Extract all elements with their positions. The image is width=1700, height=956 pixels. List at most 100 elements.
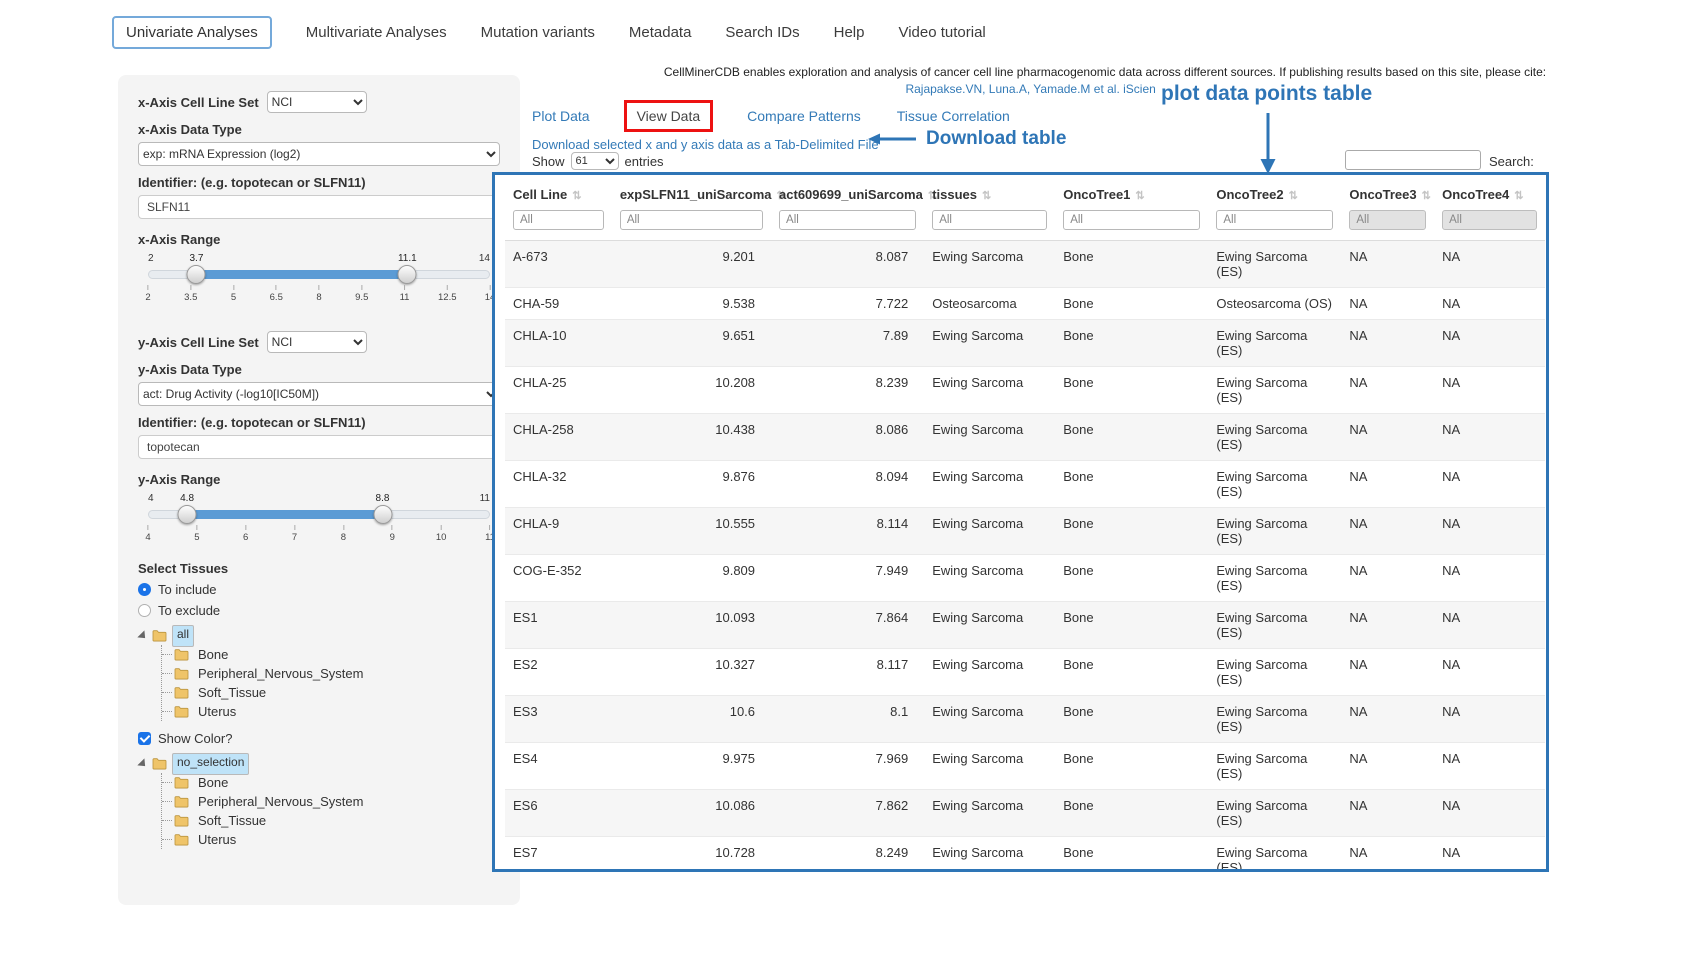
table-row[interactable]: ES49.9757.969Ewing SarcomaBoneEwing Sarc… [505, 743, 1545, 790]
table-row[interactable]: CHLA-25810.4388.086Ewing SarcomaBoneEwin… [505, 414, 1545, 461]
tree-node-no-selection[interactable]: no_selection [140, 754, 500, 773]
column-header-tissues[interactable]: tissues⇅ [924, 177, 1055, 208]
column-header-act609699-unisarcoma[interactable]: act609699_uniSarcoma⇅ [771, 177, 924, 208]
cell-oncotree1: Bone [1055, 367, 1208, 414]
x-axis-range-slider[interactable]: 2143.711.123.556.589.51112.514 [148, 253, 490, 305]
show-color-checkbox[interactable]: Show Color? [138, 731, 500, 746]
slider-to-handle[interactable] [373, 505, 392, 524]
column-header-oncotree3[interactable]: OncoTree3⇅ [1341, 177, 1434, 208]
table-row[interactable]: ES710.7288.249Ewing SarcomaBoneEwing Sar… [505, 837, 1545, 873]
tree-node-label[interactable]: no_selection [172, 753, 249, 775]
tree-node-bone[interactable]: Bone [162, 645, 500, 664]
nav-tab-video-tutorial[interactable]: Video tutorial [898, 24, 985, 41]
table-row[interactable]: ES310.68.1Ewing SarcomaBoneEwing Sarcoma… [505, 696, 1545, 743]
table-row[interactable]: ES210.3278.117Ewing SarcomaBoneEwing Sar… [505, 649, 1545, 696]
slider-from-handle[interactable] [178, 505, 197, 524]
slider-from-handle[interactable] [187, 265, 206, 284]
sort-icon[interactable]: ⇅ [982, 190, 991, 202]
exclude-tissues-tree[interactable]: no_selectionBone Peripheral_Nervous_Syste… [140, 754, 500, 849]
nav-tab-univariate-analyses[interactable]: Univariate Analyses [112, 16, 272, 49]
slider-to-handle[interactable] [398, 265, 417, 284]
tree-node-label[interactable]: Uterus [194, 831, 240, 848]
y-data-type-select[interactable]: act: Drug Activity (-log10[IC50M]) [138, 382, 500, 406]
cell-expslfn11-unisarcoma: 9.809 [612, 555, 771, 602]
y-axis-range-slider[interactable]: 4114.88.84567891011 [148, 493, 490, 545]
tree-node-label[interactable]: Peripheral_Nervous_System [194, 793, 367, 810]
filter-input-oncotree1[interactable] [1063, 210, 1200, 230]
annotation-text: Download table [926, 128, 1066, 150]
search-input[interactable] [1345, 150, 1481, 170]
slider-selected-range[interactable] [196, 270, 407, 279]
tree-node-label[interactable]: Uterus [194, 703, 240, 720]
sort-icon[interactable]: ⇅ [1514, 190, 1523, 202]
tree-node-soft-tissue[interactable]: Soft_Tissue [162, 811, 500, 830]
sort-icon[interactable]: ⇅ [1289, 190, 1298, 202]
table-row[interactable]: CHA-599.5387.722OsteosarcomaBoneOsteosar… [505, 288, 1545, 320]
cell-oncotree1: Bone [1055, 241, 1208, 288]
tab-compare-patterns[interactable]: Compare Patterns [747, 108, 861, 124]
nav-tab-metadata[interactable]: Metadata [629, 24, 692, 41]
tree-toggle-icon[interactable] [137, 630, 148, 641]
y-identifier-input[interactable] [138, 435, 500, 459]
tab-plot-data[interactable]: Plot Data [532, 108, 590, 124]
y-cell-line-set-select[interactable]: NCI [267, 331, 367, 353]
tree-node-peripheral-nervous-system[interactable]: Peripheral_Nervous_System [162, 792, 500, 811]
tree-node-soft-tissue[interactable]: Soft_Tissue [162, 683, 500, 702]
x-data-type-select[interactable]: exp: mRNA Expression (log2) [138, 142, 500, 166]
tree-children: Bone Peripheral_Nervous_System Soft_Tissue… [161, 645, 500, 721]
tab-tissue-correlation[interactable]: Tissue Correlation [897, 108, 1010, 124]
slider-to-value: 8.8 [376, 493, 390, 504]
filter-input-oncotree2[interactable] [1216, 210, 1333, 230]
sort-icon[interactable]: ⇅ [572, 190, 581, 202]
filter-input-oncotree4[interactable] [1442, 210, 1537, 230]
radio-to-include[interactable]: To include [138, 582, 500, 597]
table-row[interactable]: CHLA-109.6517.89Ewing SarcomaBoneEwing S… [505, 320, 1545, 367]
column-header-expslfn11-unisarcoma[interactable]: expSLFN11_uniSarcoma⇅ [612, 177, 771, 208]
filter-input-expslfn11-unisarcoma[interactable] [620, 210, 763, 230]
tree-node-all[interactable]: all [140, 626, 500, 645]
filter-input-cell-line[interactable] [513, 210, 604, 230]
tree-node-label[interactable]: Peripheral_Nervous_System [194, 665, 367, 682]
tree-node-label[interactable]: Bone [194, 646, 232, 663]
tree-node-label[interactable]: all [172, 625, 194, 647]
filter-input-tissues[interactable] [932, 210, 1047, 230]
nav-tab-mutation-variants[interactable]: Mutation variants [481, 24, 595, 41]
x-cell-line-set-select[interactable]: NCI [267, 91, 367, 113]
x-identifier-input[interactable] [138, 195, 500, 219]
nav-tab-multivariate-analyses[interactable]: Multivariate Analyses [306, 24, 447, 41]
tree-node-uterus[interactable]: Uterus [162, 830, 500, 849]
tree-node-label[interactable]: Soft_Tissue [194, 812, 270, 829]
radio-to-exclude[interactable]: To exclude [138, 603, 500, 618]
sort-icon[interactable]: ⇅ [1135, 190, 1144, 202]
tab-view-data[interactable]: View Data [624, 100, 714, 132]
column-header-oncotree2[interactable]: OncoTree2⇅ [1208, 177, 1341, 208]
download-link[interactable]: Download selected x and y axis data as a… [532, 137, 879, 152]
column-header-oncotree1[interactable]: OncoTree1⇅ [1055, 177, 1208, 208]
tree-node-bone[interactable]: Bone [162, 773, 500, 792]
column-header-cell-line[interactable]: Cell Line⇅ [505, 177, 612, 208]
filter-input-oncotree3[interactable] [1349, 210, 1426, 230]
table-row[interactable]: ES110.0937.864Ewing SarcomaBoneEwing Sar… [505, 602, 1545, 649]
slider-selected-range[interactable] [187, 510, 382, 519]
filter-input-act609699-unisarcoma[interactable] [779, 210, 916, 230]
column-header-oncotree4[interactable]: OncoTree4⇅ [1434, 177, 1545, 208]
tree-node-uterus[interactable]: Uterus [162, 702, 500, 721]
tree-node-label[interactable]: Bone [194, 774, 232, 791]
table-row[interactable]: COG-E-3529.8097.949Ewing SarcomaBoneEwin… [505, 555, 1545, 602]
tree-node-peripheral-nervous-system[interactable]: Peripheral_Nervous_System [162, 664, 500, 683]
table-row[interactable]: CHLA-329.8768.094Ewing SarcomaBoneEwing … [505, 461, 1545, 508]
table-row[interactable]: CHLA-910.5558.114Ewing SarcomaBoneEwing … [505, 508, 1545, 555]
cell-expslfn11-unisarcoma: 10.327 [612, 649, 771, 696]
entries-select[interactable]: 61 [571, 152, 619, 170]
nav-tab-help[interactable]: Help [834, 24, 865, 41]
include-tissues-tree[interactable]: allBone Peripheral_Nervous_System Soft_Tis… [140, 626, 500, 721]
table-row[interactable]: ES610.0867.862Ewing SarcomaBoneEwing Sar… [505, 790, 1545, 837]
table-row[interactable]: CHLA-2510.2088.239Ewing SarcomaBoneEwing… [505, 367, 1545, 414]
cell-oncotree2: Ewing Sarcoma (ES) [1208, 696, 1341, 743]
tree-node-label[interactable]: Soft_Tissue [194, 684, 270, 701]
nav-tab-search-ids[interactable]: Search IDs [725, 24, 799, 41]
table-header-row: Cell Line⇅expSLFN11_uniSarcoma⇅act609699… [505, 177, 1545, 208]
tree-toggle-icon[interactable] [137, 758, 148, 769]
table-row[interactable]: A-6739.2018.087Ewing SarcomaBoneEwing Sa… [505, 241, 1545, 288]
sort-icon[interactable]: ⇅ [1422, 190, 1431, 202]
